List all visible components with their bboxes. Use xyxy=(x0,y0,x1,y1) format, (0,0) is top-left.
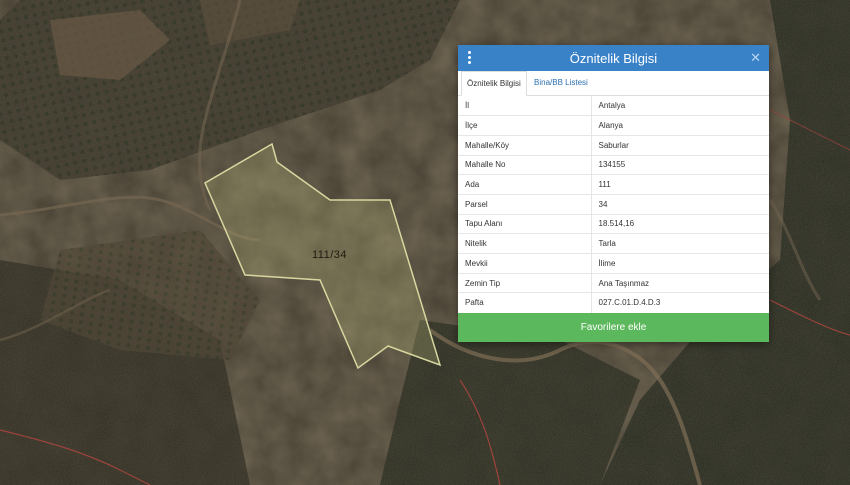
attribute-value: 34 xyxy=(591,193,769,215)
tab-attribute-info[interactable]: Öznitelik Bilgisi xyxy=(461,71,527,96)
panel-header: Öznitelik Bilgisi ✕ xyxy=(458,45,769,71)
table-row: Tapu Alanı 18.514,16 xyxy=(458,213,769,234)
close-icon[interactable]: ✕ xyxy=(750,50,761,66)
add-to-favorites-button[interactable]: Favorilere ekle xyxy=(458,313,769,342)
attribute-value: Ana Taşınmaz xyxy=(591,272,769,293)
attribute-table: İl Antalya İlçe Alanya Mahalle/Köy Saburlar… xyxy=(458,96,769,313)
tab-bar: Öznitelik Bilgisi Bina/BB Listesi xyxy=(458,71,769,96)
table-row: Ada 111 xyxy=(458,174,769,195)
attribute-key: Tapu Alanı xyxy=(458,213,592,234)
table-row: Zemin Tip Ana Taşınmaz xyxy=(458,272,769,293)
attribute-key: Mahalle/Köy xyxy=(458,134,592,156)
panel-title: Öznitelik Bilgisi xyxy=(569,51,658,66)
attribute-value: 111 xyxy=(591,174,769,195)
attribute-key: Ada xyxy=(458,174,592,195)
table-row: Mahalle No 134155 xyxy=(458,154,769,175)
table-row: Pafta 027.C.01.D.4.D.3 xyxy=(458,292,769,313)
parcel-label: 111/34 xyxy=(312,249,347,261)
attribute-key: Mahalle No xyxy=(458,154,592,175)
attribute-value: 134155 xyxy=(591,154,769,175)
attribute-value: Antalya xyxy=(598,101,626,111)
attribute-value: 027.C.01.D.4.D.3 xyxy=(591,292,769,313)
attribute-value: 18.514,16 xyxy=(591,213,769,234)
attribute-key: İlçe xyxy=(458,115,592,136)
attribute-key: Parsel xyxy=(458,193,592,215)
attribute-value: İlime xyxy=(591,253,769,274)
attribute-key: Pafta xyxy=(458,292,592,313)
table-row: İl Antalya xyxy=(458,96,769,116)
attribute-value: Tarla xyxy=(591,233,769,254)
table-row: Mahalle/Köy Saburlar xyxy=(458,134,769,156)
table-row: Mevkii İlime xyxy=(458,253,769,274)
attribute-key: Zemin Tip xyxy=(458,272,592,293)
kebab-menu-icon[interactable] xyxy=(468,51,472,65)
table-row: Nitelik Tarla xyxy=(458,233,769,254)
table-row: Parsel 34 xyxy=(458,193,769,215)
attribute-value: Alanya xyxy=(591,115,769,136)
table-row: İlçe Alanya xyxy=(458,115,769,136)
attribute-panel: Öznitelik Bilgisi ✕ Öznitelik Bilgisi Bi… xyxy=(458,45,769,342)
tab-building-list[interactable]: Bina/BB Listesi xyxy=(529,71,593,95)
attribute-key: İl xyxy=(458,96,592,116)
attribute-value: Saburlar xyxy=(591,134,769,156)
attribute-key: Nitelik xyxy=(458,233,592,254)
attribute-key: Mevkii xyxy=(458,253,592,274)
